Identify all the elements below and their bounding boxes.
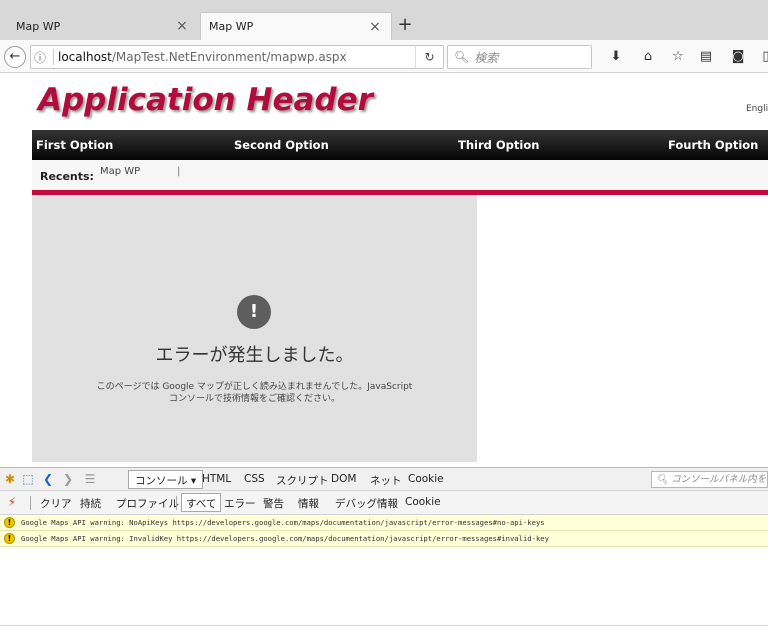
reading-list-icon[interactable]: ▤ — [698, 49, 714, 64]
recents-bar: Recents: Map WP | — [32, 160, 768, 190]
tab-title: Map WP — [16, 19, 61, 33]
language-selector[interactable]: Engli — [746, 104, 768, 114]
bookmark-star-icon[interactable]: ☆ — [670, 49, 686, 64]
app-header: Application Header — [38, 82, 373, 118]
filter-cookie-button[interactable]: Cookie — [405, 496, 441, 508]
firebug-icon[interactable]: ✱ — [2, 472, 18, 486]
map-container[interactable]: ! エラーが発生しました。 このページでは Google マップが正しく読み込ま… — [32, 195, 477, 462]
filter-all-button[interactable]: すべて — [181, 493, 222, 512]
pocket-icon[interactable]: ◙ — [730, 49, 746, 64]
search-input[interactable]: 🔍︎ 検索 — [447, 45, 592, 69]
new-tab-button[interactable]: + — [396, 16, 414, 34]
console-toolbar: ⚡ クリア 持続 プロファイル すべて エラー 警告 情報 デバッグ情報 Coo… — [0, 491, 768, 515]
search-placeholder: 検索 — [474, 50, 499, 65]
warning-icon: ! — [4, 533, 15, 544]
console-search-input[interactable]: 🔍︎ コンソールパネル内を検 — [651, 471, 768, 488]
firebug-toolbar: ✱ ⬚ ❮ ❯ ☰ コンソール ▾ HTML CSS スクリプト DOM ネット… — [0, 467, 768, 491]
toolbar-divider — [176, 496, 177, 510]
search-icon: 🔍︎ — [454, 50, 470, 64]
forward-icon[interactable]: ❯ — [60, 472, 76, 486]
close-icon[interactable]: × — [367, 19, 383, 35]
url-host: localhost — [58, 50, 112, 64]
toolbar-divider — [30, 496, 31, 510]
search-icon: 🔍︎ — [656, 474, 672, 485]
navigation-toolbar: ← ⓘ localhost/MapTest.NetEnvironment/map… — [0, 40, 768, 73]
menu-fourth-option[interactable]: Fourth Option — [668, 138, 758, 152]
home-icon[interactable]: ⌂ — [640, 49, 656, 64]
url-text[interactable]: localhost/MapTest.NetEnvironment/mapwp.a… — [58, 50, 415, 64]
recents-separator: | — [177, 166, 181, 177]
main-menu: First Option Second Option Third Option … — [32, 130, 768, 160]
tab-map-wp-1[interactable]: Map WP × — [8, 12, 198, 40]
browser-window: Map WP × Map WP × + ← ⓘ localhost/MapTes… — [0, 0, 768, 627]
menu-second-option[interactable]: Second Option — [234, 138, 329, 152]
library-icon[interactable]: ▯ — [758, 49, 768, 64]
console-bottom-border — [0, 625, 768, 626]
tab-cookie[interactable]: Cookie — [408, 473, 444, 485]
filter-info-button[interactable]: 情報 — [298, 496, 319, 511]
console-warning-row[interactable]: ! Google Maps API warning: NoApiKeys http… — [0, 515, 768, 531]
info-icon[interactable]: ⓘ — [31, 49, 49, 66]
close-icon[interactable]: × — [174, 18, 190, 34]
inspect-icon[interactable]: ⬚ — [20, 472, 36, 486]
clear-button[interactable]: クリア — [40, 496, 72, 511]
back-button[interactable]: ← — [4, 46, 26, 68]
url-bar[interactable]: ⓘ localhost/MapTest.NetEnvironment/mapwp… — [30, 45, 444, 69]
tab-dom[interactable]: DOM — [331, 473, 356, 485]
tab-script[interactable]: スクリプト — [276, 473, 329, 488]
menu-third-option[interactable]: Third Option — [458, 138, 539, 152]
map-error-title: エラーが発生しました。 — [155, 345, 354, 366]
url-separator — [53, 49, 54, 65]
tab-title: Map WP — [209, 20, 254, 33]
command-line-icon[interactable]: ☰ — [82, 472, 98, 486]
filter-errors-button[interactable]: エラー — [224, 496, 256, 511]
console-warning-row[interactable]: ! Google Maps API warning: InvalidKey htt… — [0, 531, 768, 547]
tab-console[interactable]: コンソール ▾ — [128, 470, 204, 489]
tab-net[interactable]: ネット — [370, 473, 402, 488]
console-message: Google Maps API warning: InvalidKey http… — [21, 534, 549, 543]
tab-css[interactable]: CSS — [244, 473, 265, 485]
filter-debug-button[interactable]: デバッグ情報 — [335, 496, 398, 511]
error-icon: ! — [237, 295, 271, 329]
console-message: Google Maps API warning: NoApiKeys https… — [21, 518, 545, 527]
persist-button[interactable]: 持続 — [80, 496, 101, 511]
map-error-line-1: このページでは Google マップが正しく読み込まれませんでした。JavaSc… — [96, 382, 413, 392]
tab-map-wp-2[interactable]: Map WP × — [200, 12, 392, 40]
tab-strip: Map WP × Map WP × + — [0, 0, 768, 40]
page-content: Application Header Engli First Option Se… — [0, 74, 768, 462]
filter-warnings-button[interactable]: 警告 — [263, 496, 284, 511]
console-search-placeholder: コンソールパネル内を検 — [671, 474, 768, 485]
profile-button[interactable]: プロファイル — [116, 496, 179, 511]
back-arrow-icon: ← — [9, 49, 21, 64]
clear-errors-icon[interactable]: ⚡ — [4, 495, 20, 509]
recents-label: Recents: — [40, 170, 94, 183]
url-path: /MapTest.NetEnvironment/mapwp.aspx — [111, 50, 347, 64]
menu-first-option[interactable]: First Option — [36, 138, 113, 152]
map-error-line-2: コンソールで技術情報をご確認ください。 — [168, 394, 340, 404]
map-error-description: このページでは Google マップが正しく読み込まれませんでした。JavaSc… — [32, 381, 477, 405]
reload-icon[interactable]: ↻ — [415, 46, 443, 68]
recents-item-map-wp[interactable]: Map WP — [100, 166, 140, 177]
tab-html[interactable]: HTML — [202, 473, 231, 485]
back-icon[interactable]: ❮ — [40, 472, 56, 486]
warning-icon: ! — [4, 517, 15, 528]
download-icon[interactable]: ⬇ — [608, 49, 624, 64]
